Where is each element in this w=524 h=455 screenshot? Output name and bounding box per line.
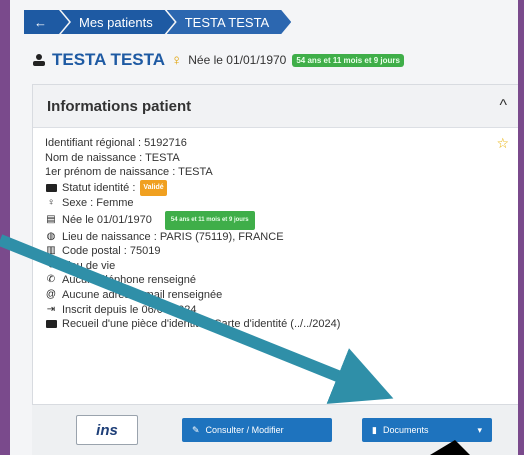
annotation-arrows — [0, 234, 470, 455]
annotation-arrow — [0, 234, 394, 404]
cursor-arrow-icon — [430, 440, 470, 455]
